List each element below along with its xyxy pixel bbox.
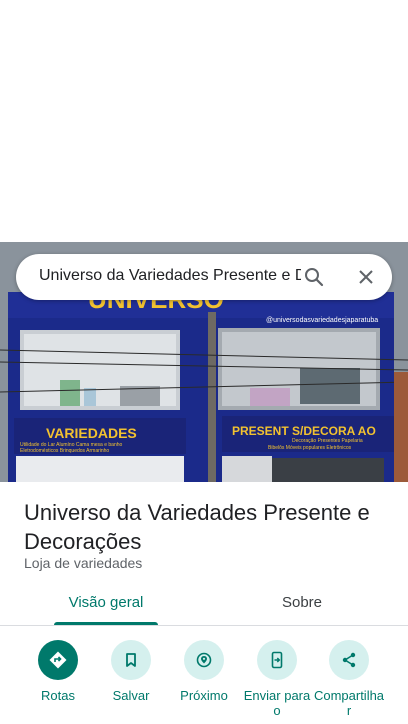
- directions-icon: [38, 640, 78, 680]
- tab-overview[interactable]: Visão geral: [54, 594, 158, 618]
- save-label: Salvar: [112, 688, 150, 703]
- left-sign-text: VARIEDADES: [46, 425, 137, 441]
- save-button[interactable]: Salvar: [94, 640, 168, 703]
- right-sign-items2: Bibelôs Móveis populares Eletrônicos: [268, 445, 352, 451]
- share-label: Compartilhar: [313, 688, 385, 718]
- nearby-button[interactable]: Próximo: [167, 640, 241, 703]
- search-bar[interactable]: Universo da Variedades Presente e D: [16, 254, 392, 300]
- nearby-label: Próximo: [180, 688, 228, 703]
- sign-handle-text: @universodasvariedadesjaparatuba: [266, 317, 378, 324]
- send-to-phone-icon: [257, 640, 297, 680]
- send-to-phone-label: Enviar para o: [243, 688, 311, 718]
- search-input[interactable]: Universo da Variedades Presente e D: [39, 267, 301, 285]
- right-sign-text: PRESENT S/DECORA AO: [232, 424, 376, 438]
- bookmark-icon: [111, 640, 151, 680]
- search-icon[interactable]: [302, 265, 326, 289]
- send-to-phone-button[interactable]: Enviar para o: [240, 640, 314, 718]
- place-category: Loja de variedades: [24, 555, 143, 571]
- place-title: Universo da Variedades Presente e Decora…: [24, 500, 370, 554]
- directions-label: Rotas: [41, 688, 75, 703]
- left-sign-items2: Eletrodomésticos Brinquedos Armarinho: [20, 448, 109, 454]
- close-icon[interactable]: [354, 265, 378, 289]
- nearby-icon: [184, 640, 224, 680]
- tab-about[interactable]: Sobre: [262, 594, 342, 618]
- share-button[interactable]: Compartilhar: [312, 640, 386, 718]
- share-icon: [329, 640, 369, 680]
- directions-button[interactable]: Rotas: [21, 640, 95, 703]
- tab-divider: [0, 625, 408, 626]
- right-sign-items: Decoração Presentes Papelaria: [292, 438, 363, 444]
